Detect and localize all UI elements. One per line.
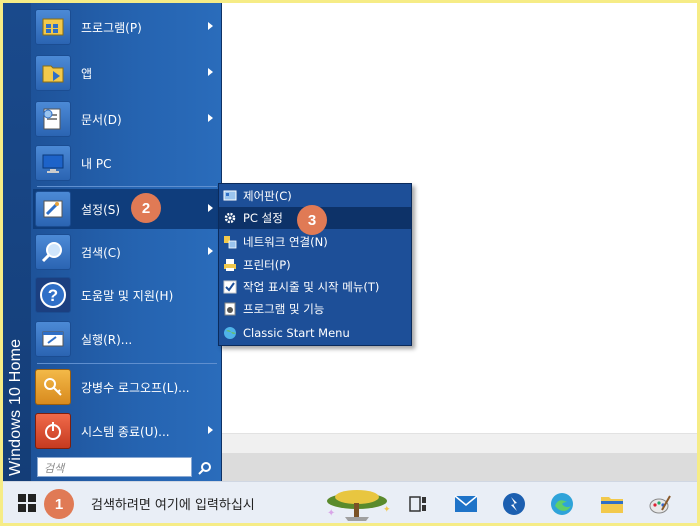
submenu-label: PC 설정: [243, 211, 283, 225]
side-band: Windows 10 Home: [3, 3, 31, 481]
menu-item-settings[interactable]: 설정(S): [33, 189, 221, 229]
menu-label: 도움말 및 지원(H): [81, 288, 174, 303]
menu-label: 내 PC: [81, 156, 112, 171]
menu-item-apps[interactable]: 앱: [33, 53, 221, 93]
network-icon: [223, 235, 237, 249]
computer-icon: [35, 145, 71, 181]
globe-icon: [223, 326, 237, 340]
submenu-label: 네트워크 연결(N): [243, 235, 328, 249]
app-blue-icon[interactable]: [499, 489, 529, 519]
submenu-label: 작업 표시줄 및 시작 메뉴(T): [243, 280, 380, 294]
submenu-label: 제어판(C): [243, 189, 292, 203]
taskbar-checkbox-icon: [223, 280, 237, 294]
menu-item-run[interactable]: 실행(R)...: [33, 319, 221, 359]
submenu-label: 프로그램 및 기능: [243, 302, 325, 316]
windows-start-icon[interactable]: [17, 493, 39, 515]
menu-separator: [37, 363, 217, 364]
programs-features-icon: [223, 302, 237, 316]
step-badge-3: 3: [297, 205, 327, 235]
help-icon: ?: [35, 277, 71, 313]
step-badge-1: 1: [44, 489, 74, 519]
svg-text:✦: ✦: [327, 508, 335, 519]
shutdown-icon: [35, 413, 71, 449]
menu-label: 검색(C): [81, 245, 121, 260]
programs-icon: [35, 9, 71, 45]
submenu-item-classic-start-menu[interactable]: Classic Start Menu: [219, 322, 411, 344]
menu-item-programs[interactable]: 프로그램(P): [33, 7, 221, 47]
chevron-right-icon: [208, 204, 213, 212]
start-search-input[interactable]: 검색: [37, 457, 192, 477]
submenu-item-control-panel[interactable]: 제어판(C): [219, 185, 411, 207]
start-menu: Windows 10 Home 프로그램(P) 앱 문서(D) 내 PC 설정(…: [3, 3, 222, 481]
menu-label: 시스템 종료(U)...: [81, 424, 170, 439]
chevron-right-icon: [208, 68, 213, 76]
edition-label: Windows 10 Home: [7, 338, 24, 476]
taskbar-search-box[interactable]: 검색하려면 여기에 입력하십시: [91, 494, 255, 513]
chevron-right-icon: [208, 426, 213, 434]
menu-label: 앱: [81, 66, 93, 81]
search-icon: [35, 234, 71, 270]
settings-icon: [35, 191, 71, 227]
submenu-item-printers[interactable]: 프린터(P): [219, 254, 411, 276]
edge-icon[interactable]: [547, 489, 577, 519]
chevron-right-icon: [208, 22, 213, 30]
menu-item-logoff[interactable]: 강병수 로그오프(L)...: [33, 367, 221, 407]
menu-separator: [37, 186, 217, 187]
control-panel-icon: [223, 189, 237, 203]
apps-folder-icon: [35, 55, 71, 91]
menu-label: 프로그램(P): [81, 20, 142, 35]
submenu-item-taskbar-start[interactable]: 작업 표시줄 및 시작 메뉴(T): [219, 276, 411, 298]
menu-item-help[interactable]: ? 도움말 및 지원(H): [33, 275, 221, 315]
taskbar: 검색하려면 여기에 입력하십시 ✦ ✦: [3, 481, 697, 523]
mail-icon[interactable]: [451, 489, 481, 519]
documents-icon: [35, 101, 71, 137]
run-icon: [35, 321, 71, 357]
logoff-icon: [35, 369, 71, 405]
svg-text:?: ?: [48, 286, 58, 305]
menu-item-this-pc[interactable]: 내 PC: [33, 143, 221, 183]
window-status-strip: [222, 433, 697, 453]
search-highlight-doodle-icon: ✦ ✦: [319, 486, 395, 522]
svg-text:✦: ✦: [383, 505, 391, 515]
task-view-icon[interactable]: [403, 489, 433, 519]
step-badge-2: 2: [131, 193, 161, 223]
menu-label: 문서(D): [81, 112, 122, 127]
menu-item-documents[interactable]: 문서(D): [33, 99, 221, 139]
menu-label: 설정(S): [81, 202, 121, 217]
gear-icon: [223, 211, 237, 225]
menu-label: 실행(R)...: [81, 332, 133, 347]
submenu-label: 프린터(P): [243, 258, 291, 272]
menu-item-shutdown[interactable]: 시스템 종료(U)...: [33, 411, 221, 451]
printer-icon: [223, 258, 237, 272]
chevron-right-icon: [208, 114, 213, 122]
menu-label: 강병수 로그오프(L)...: [81, 380, 190, 395]
paint-icon[interactable]: [645, 489, 675, 519]
file-explorer-icon[interactable]: [597, 489, 627, 519]
window-bottom-strip: [222, 453, 697, 481]
menu-item-search[interactable]: 검색(C): [33, 232, 221, 272]
submenu-label: Classic Start Menu: [243, 326, 350, 340]
submenu-item-programs-features[interactable]: 프로그램 및 기능: [219, 298, 411, 320]
search-icon[interactable]: [195, 458, 215, 478]
chevron-right-icon: [208, 247, 213, 255]
